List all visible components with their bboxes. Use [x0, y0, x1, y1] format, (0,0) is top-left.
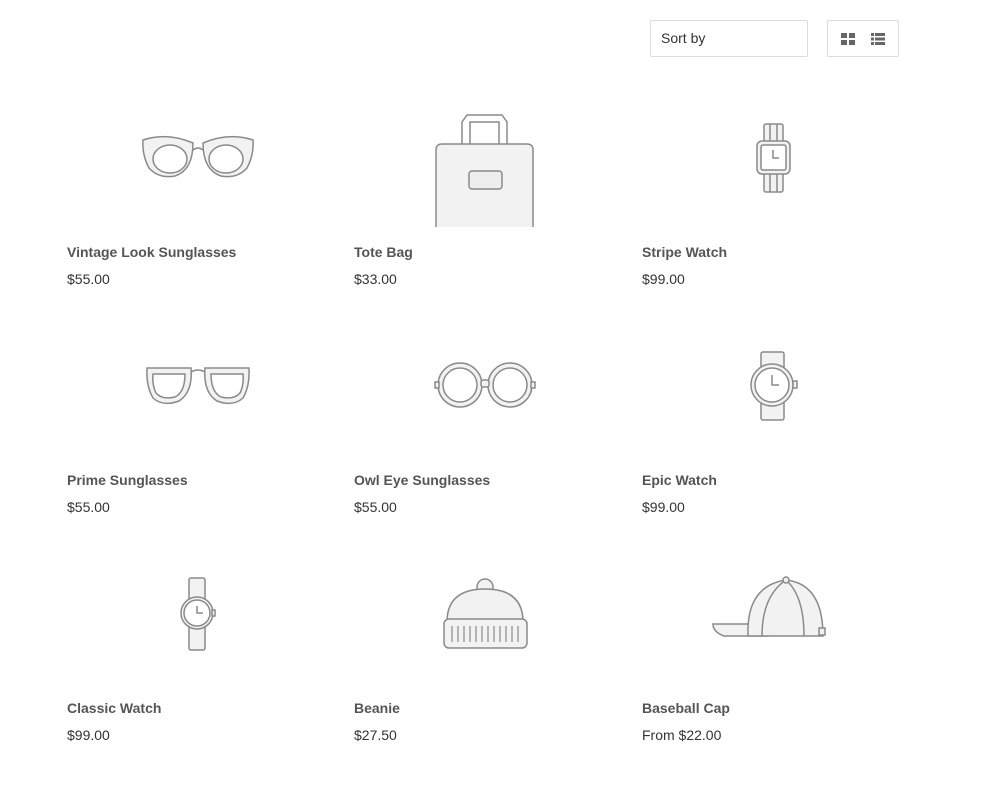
product-price: $99.00 [642, 499, 685, 515]
product-price: $99.00 [67, 727, 110, 743]
collection-toolbar: Sort by [650, 20, 899, 57]
product-title[interactable]: Owl Eye Sunglasses [354, 472, 490, 488]
product-title[interactable]: Tote Bag [354, 244, 413, 260]
product-title[interactable]: Baseball Cap [642, 700, 730, 716]
round-sunglasses-icon[interactable] [354, 328, 616, 458]
product-price: $55.00 [67, 499, 110, 515]
tote-bag-icon[interactable] [354, 100, 616, 230]
product-price: $55.00 [354, 499, 397, 515]
product-price: $55.00 [67, 271, 110, 287]
beanie-icon[interactable] [354, 556, 616, 686]
product-card[interactable]: Tote Bag $33.00 [354, 100, 616, 300]
product-price: From $22.00 [642, 727, 722, 743]
product-card[interactable]: Stripe Watch $99.00 [642, 100, 904, 300]
product-title[interactable]: Beanie [354, 700, 400, 716]
product-card[interactable]: Owl Eye Sunglasses $55.00 [354, 328, 616, 528]
grid-view-icon[interactable] [839, 30, 857, 48]
square-watch-icon[interactable] [642, 100, 904, 230]
product-card[interactable]: Classic Watch $99.00 [67, 556, 329, 756]
product-price: $27.50 [354, 727, 397, 743]
product-card[interactable]: Epic Watch $99.00 [642, 328, 904, 528]
view-toggle [827, 20, 899, 57]
product-title[interactable]: Vintage Look Sunglasses [67, 244, 236, 260]
baseball-cap-icon[interactable] [642, 556, 904, 686]
product-price: $99.00 [642, 271, 685, 287]
product-card[interactable]: Vintage Look Sunglasses $55.00 [67, 100, 329, 300]
collection-page: Sort by Vintage Look Sunglasses $55.00 T… [0, 0, 983, 808]
product-price: $33.00 [354, 271, 397, 287]
classic-watch-icon[interactable] [67, 556, 329, 686]
product-card[interactable]: Baseball Cap From $22.00 [642, 556, 904, 756]
product-card[interactable]: Beanie $27.50 [354, 556, 616, 756]
round-watch-icon[interactable] [642, 328, 904, 458]
product-card[interactable]: Prime Sunglasses $55.00 [67, 328, 329, 528]
product-title[interactable]: Classic Watch [67, 700, 161, 716]
list-view-icon[interactable] [869, 30, 887, 48]
product-title[interactable]: Prime Sunglasses [67, 472, 188, 488]
product-title[interactable]: Stripe Watch [642, 244, 727, 260]
wayfarer-sunglasses-icon[interactable] [67, 328, 329, 458]
cat-eye-sunglasses-icon[interactable] [67, 100, 329, 230]
sort-by-select[interactable]: Sort by [650, 20, 808, 57]
product-title[interactable]: Epic Watch [642, 472, 717, 488]
